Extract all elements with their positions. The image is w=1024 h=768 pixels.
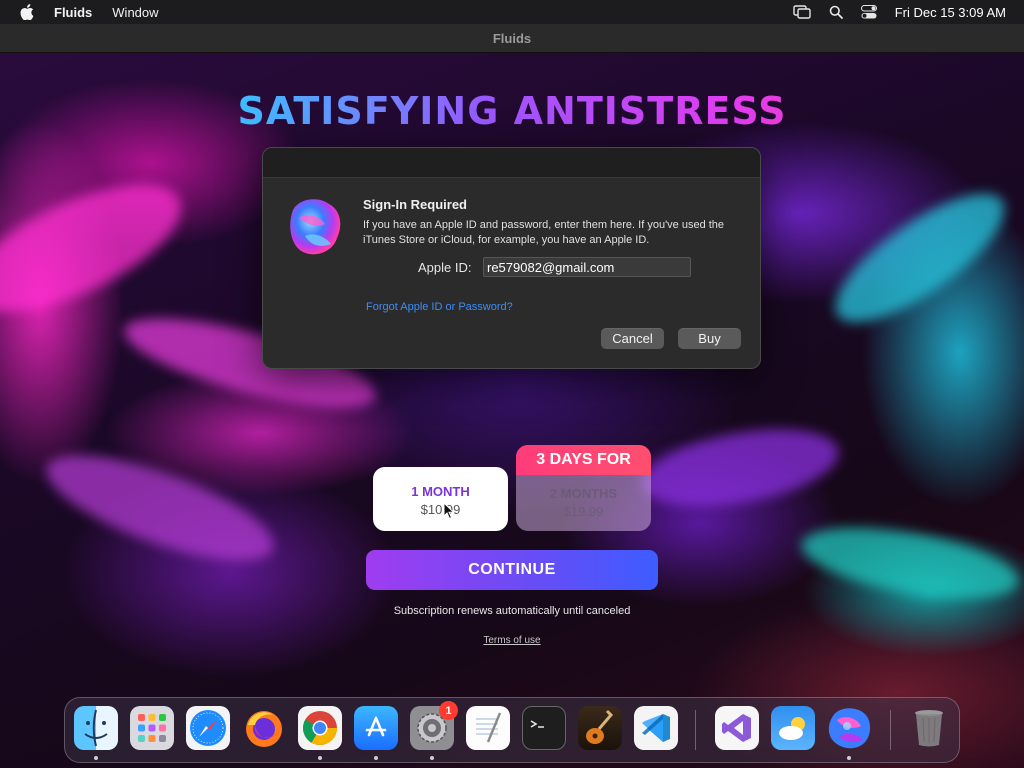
running-indicator (318, 756, 322, 760)
firefox-icon[interactable] (242, 706, 286, 750)
menu-window[interactable]: Window (112, 5, 158, 20)
running-indicator (430, 756, 434, 760)
garageband-icon[interactable] (578, 706, 622, 750)
textedit-icon[interactable] (466, 706, 510, 750)
running-indicator (847, 756, 851, 760)
safari-icon[interactable] (186, 706, 230, 750)
plan-name: 1 MONTH (411, 484, 470, 499)
weather-icon[interactable] (771, 706, 815, 750)
apple-menu-icon[interactable] (18, 3, 36, 21)
dock (64, 697, 960, 763)
plan-2-months-card[interactable]: 3 DAYS FOR 2 MONTHS $19.99 (516, 445, 651, 531)
cancel-button[interactable]: Cancel (601, 328, 664, 349)
screen-mirroring-icon[interactable] (793, 5, 811, 19)
fluids-dock-icon[interactable] (827, 706, 871, 750)
visual-studio-icon[interactable] (715, 706, 759, 750)
window-title: Fluids (492, 30, 532, 46)
running-indicator (94, 756, 98, 760)
settings-notification-badge: 1 (439, 701, 458, 720)
app-store-icon[interactable] (354, 706, 398, 750)
terminal-icon[interactable] (522, 706, 566, 750)
terms-of-use-link-row: Terms of use (0, 635, 1024, 646)
launchpad-icon[interactable] (130, 706, 174, 750)
continue-button[interactable]: CONTINUE (366, 550, 658, 590)
buy-button[interactable]: Buy (678, 328, 741, 349)
spotlight-search-icon[interactable] (829, 5, 843, 19)
running-indicator (374, 756, 378, 760)
promo-badge: 3 DAYS FOR (516, 445, 651, 475)
fluids-app-icon (290, 199, 341, 255)
sheet-header (263, 148, 760, 178)
dialog-title: Sign-In Required (363, 197, 467, 212)
menu-app-name[interactable]: Fluids (54, 5, 92, 20)
plan-price: $19.99 (563, 504, 604, 519)
dialog-message: If you have an Apple ID and password, en… (363, 219, 725, 246)
plan-price: $10.99 (420, 502, 461, 517)
app-headline: SATISFYING ANTISTRESS (0, 89, 1024, 133)
window-title-bar: Fluids (0, 24, 1024, 53)
terms-of-use-link[interactable]: Terms of use (483, 635, 540, 646)
mouse-cursor-icon (443, 502, 455, 520)
plan-1-month-card[interactable]: 1 MONTH $10.99 (373, 467, 508, 531)
chrome-icon[interactable] (298, 706, 342, 750)
menu-bar: Fluids Window Fri Dec 15 3:09 AM (0, 0, 1024, 24)
sign-in-dialog: Sign-In Required If you have an Apple ID… (262, 147, 761, 369)
menu-clock[interactable]: Fri Dec 15 3:09 AM (895, 5, 1006, 20)
trash-icon[interactable] (907, 706, 951, 750)
vscode-icon[interactable] (634, 706, 678, 750)
control-center-icon[interactable] (860, 5, 877, 19)
dock-separator (890, 710, 891, 750)
apple-id-label: Apple ID: (418, 260, 472, 275)
apple-id-field[interactable] (483, 257, 691, 277)
plan-name: 2 MONTHS (549, 486, 618, 501)
dock-separator (695, 710, 696, 750)
finder-icon[interactable] (74, 706, 118, 750)
forgot-password-link[interactable]: Forgot Apple ID or Password? (366, 301, 513, 313)
renewal-note: Subscription renews automatically until … (393, 605, 631, 617)
